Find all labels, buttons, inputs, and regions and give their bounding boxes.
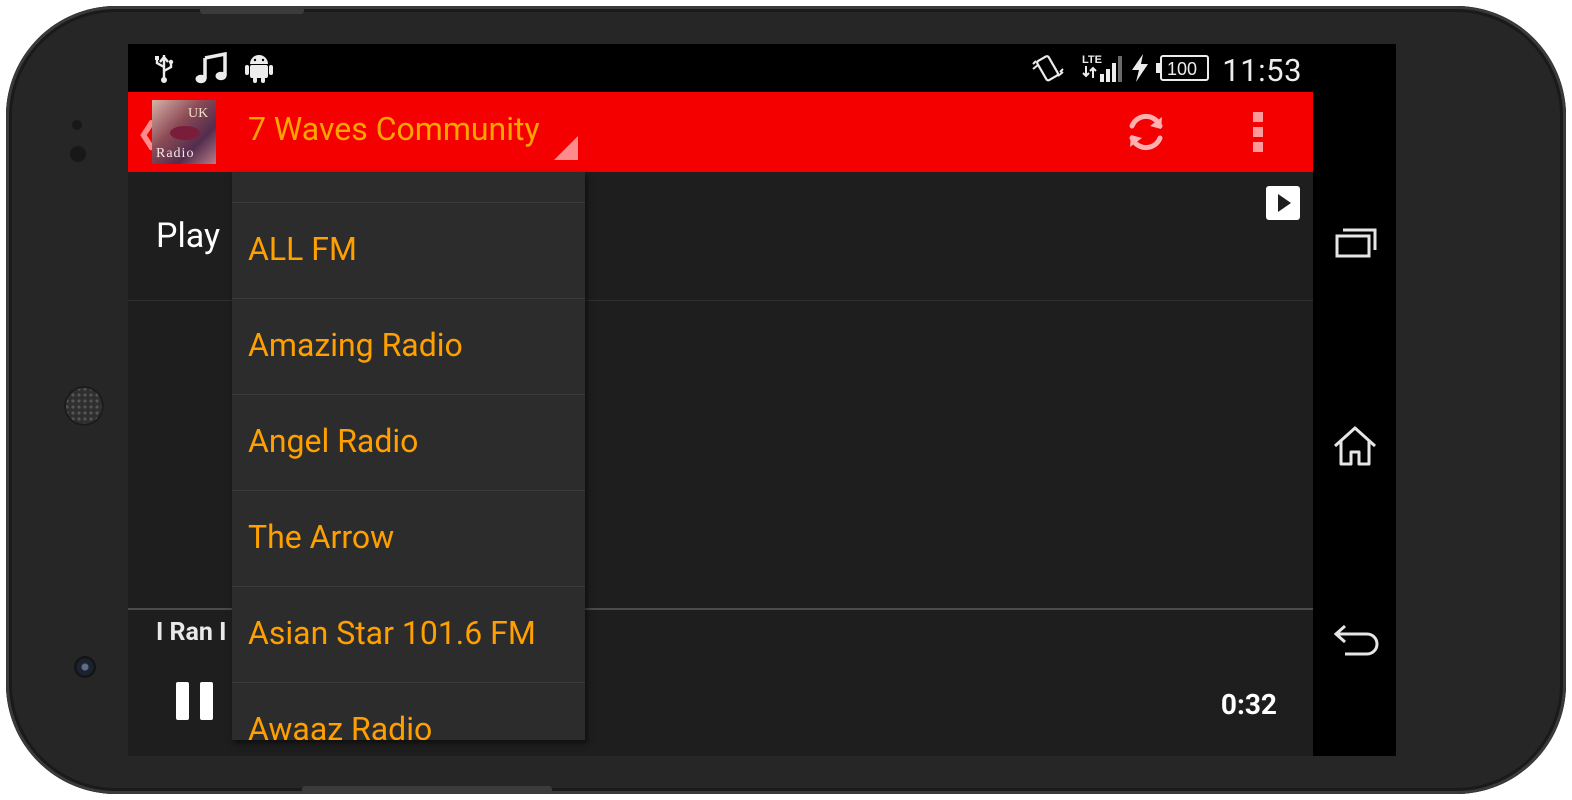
phone-side-button (200, 6, 304, 14)
spinner-dropdown-icon[interactable] (554, 136, 578, 160)
lte-signal-icon: LTE (1082, 52, 1126, 84)
dropdown-item-label: Amazing Radio (248, 326, 463, 364)
proximity-sensor (72, 120, 82, 130)
vibrate-icon (1028, 52, 1068, 84)
status-time: 11:53 (1222, 52, 1302, 89)
battery-icon: 100 (1154, 52, 1210, 84)
usb-icon (150, 52, 178, 84)
dropdown-item[interactable]: ALL FM (232, 202, 585, 299)
home-icon[interactable] (1331, 422, 1379, 470)
earpiece-speaker (64, 386, 104, 426)
play-label: Play (156, 216, 221, 256)
station-logo[interactable]: UK Radio (152, 100, 216, 164)
recent-apps-icon[interactable] (1331, 224, 1379, 272)
charging-icon (1128, 52, 1152, 84)
dropdown-item-label: Angel Radio (248, 422, 419, 460)
play-icon[interactable] (1266, 186, 1300, 220)
logo-uk-text: UK (188, 106, 209, 121)
lte-text: LTE (1082, 54, 1102, 66)
dropdown-item[interactable]: Amazing Radio (232, 298, 585, 395)
app-content: ❮ UK Radio 7 Waves Community Play I Ran … (128, 92, 1313, 756)
station-dropdown[interactable]: ALL FM Amazing Radio Angel Radio The Arr… (232, 172, 585, 740)
pause-icon (176, 682, 189, 720)
elapsed-time: 0:32 (1220, 688, 1277, 721)
station-spinner-title[interactable]: 7 Waves Community (248, 110, 540, 148)
navigation-bar (1313, 92, 1396, 756)
dropdown-item[interactable]: Asian Star 101.6 FM (232, 586, 585, 683)
dropdown-item-label: The Arrow (248, 518, 395, 556)
action-bar: ❮ UK Radio 7 Waves Community (128, 92, 1313, 172)
dropdown-item[interactable]: Angel Radio (232, 394, 585, 491)
dropdown-item[interactable]: Awaaz Radio (232, 682, 585, 740)
dropdown-item[interactable]: The Arrow (232, 490, 585, 587)
battery-level: 100 (1167, 59, 1197, 79)
back-icon[interactable] (1331, 620, 1379, 668)
overflow-menu-icon[interactable] (1248, 108, 1268, 156)
screen: LTE 100 11:53 ❮ UK Radio 7 Waves Communi… (128, 44, 1396, 756)
refresh-icon[interactable] (1124, 110, 1168, 154)
logo-lips (170, 126, 200, 140)
phone-side-button (302, 786, 552, 794)
pause-icon (200, 682, 213, 720)
android-icon (242, 52, 276, 84)
status-bar: LTE 100 11:53 (128, 44, 1396, 92)
front-camera (74, 656, 96, 678)
music-note-icon (194, 52, 230, 84)
track-title: I Ran I (156, 618, 227, 647)
front-sensor (70, 146, 86, 162)
dropdown-item[interactable] (232, 172, 585, 203)
logo-radio-text: Radio (156, 146, 195, 161)
dropdown-item-label: Awaaz Radio (248, 710, 433, 740)
dropdown-item-label: ALL FM (248, 230, 357, 268)
dropdown-item-label: Asian Star 101.6 FM (248, 614, 536, 652)
pause-button[interactable] (176, 682, 214, 720)
